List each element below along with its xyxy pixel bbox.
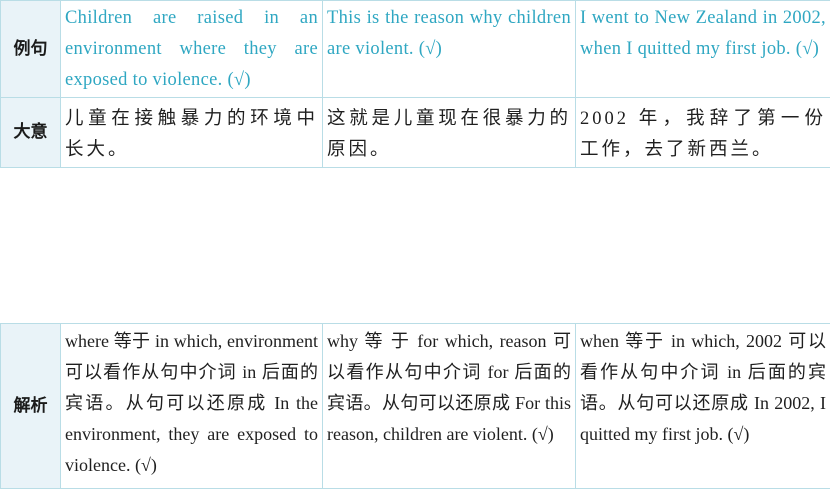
analysis-why: why 等 于 for which, reason 可以看作从句中介词 for … xyxy=(323,324,576,489)
example-row: 例句 Children are raised in an environment… xyxy=(1,1,830,98)
meaning-where: 儿童在接触暴力的环境中长大。 xyxy=(61,98,323,168)
analysis-when: when 等于 in which, 2002 可以看作从句中介词 in 后面的宾… xyxy=(576,324,830,489)
analysis-where: where 等于 in which, environment 可以看作从句中介词… xyxy=(61,324,323,489)
meaning-label: 大意 xyxy=(1,98,61,168)
meaning-row: 大意 儿童在接触暴力的环境中长大。 这就是儿童现在很暴力的原因。 2002 年，… xyxy=(1,98,830,168)
meaning-when: 2002 年，我辞了第一份工作，去了新西兰。 xyxy=(576,98,830,168)
analysis-row: 解析 where 等于 in which, environment 可以看作从句… xyxy=(1,324,830,489)
meaning-why: 这就是儿童现在很暴力的原因。 xyxy=(323,98,576,168)
grammar-table-top: 例句 Children are raised in an environment… xyxy=(0,0,830,168)
grammar-table-bottom: 解析 where 等于 in which, environment 可以看作从句… xyxy=(0,323,830,489)
example-label: 例句 xyxy=(1,1,61,98)
example-sentence-where: Children are raised in an environment wh… xyxy=(61,1,323,98)
example-sentence-when: I went to New Zealand in 2002, when I qu… xyxy=(576,1,830,98)
analysis-label: 解析 xyxy=(1,324,61,489)
example-sentence-why: This is the reason why children are viol… xyxy=(323,1,576,98)
